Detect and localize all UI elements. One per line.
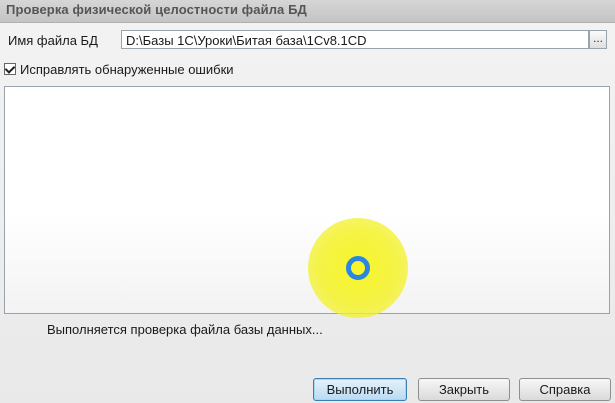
browse-button[interactable]: ... [589,30,607,49]
log-output-area[interactable] [4,86,610,314]
dialog-window: Проверка физической целостности файла БД… [0,0,615,403]
title-bar[interactable]: Проверка физической целостности файла БД [0,0,615,23]
fix-errors-option[interactable]: Исправлять обнаруженные ошибки [4,60,234,78]
close-button[interactable]: Закрыть [418,378,510,401]
fix-errors-label: Исправлять обнаруженные ошибки [20,61,234,77]
cursor-icon [346,256,370,280]
window-title: Проверка физической целостности файла БД [6,2,307,17]
checkmark-icon [4,62,16,74]
file-path-input[interactable]: D:\Базы 1С\Уроки\Битая база\1Cv8.1CD [121,30,589,49]
run-button[interactable]: Выполнить [313,378,407,401]
status-message: Выполняется проверка файла базы данных..… [47,322,323,337]
file-name-label: Имя файла БД [8,33,98,48]
help-button[interactable]: Справка [519,378,611,401]
fix-errors-checkbox[interactable] [4,62,16,75]
